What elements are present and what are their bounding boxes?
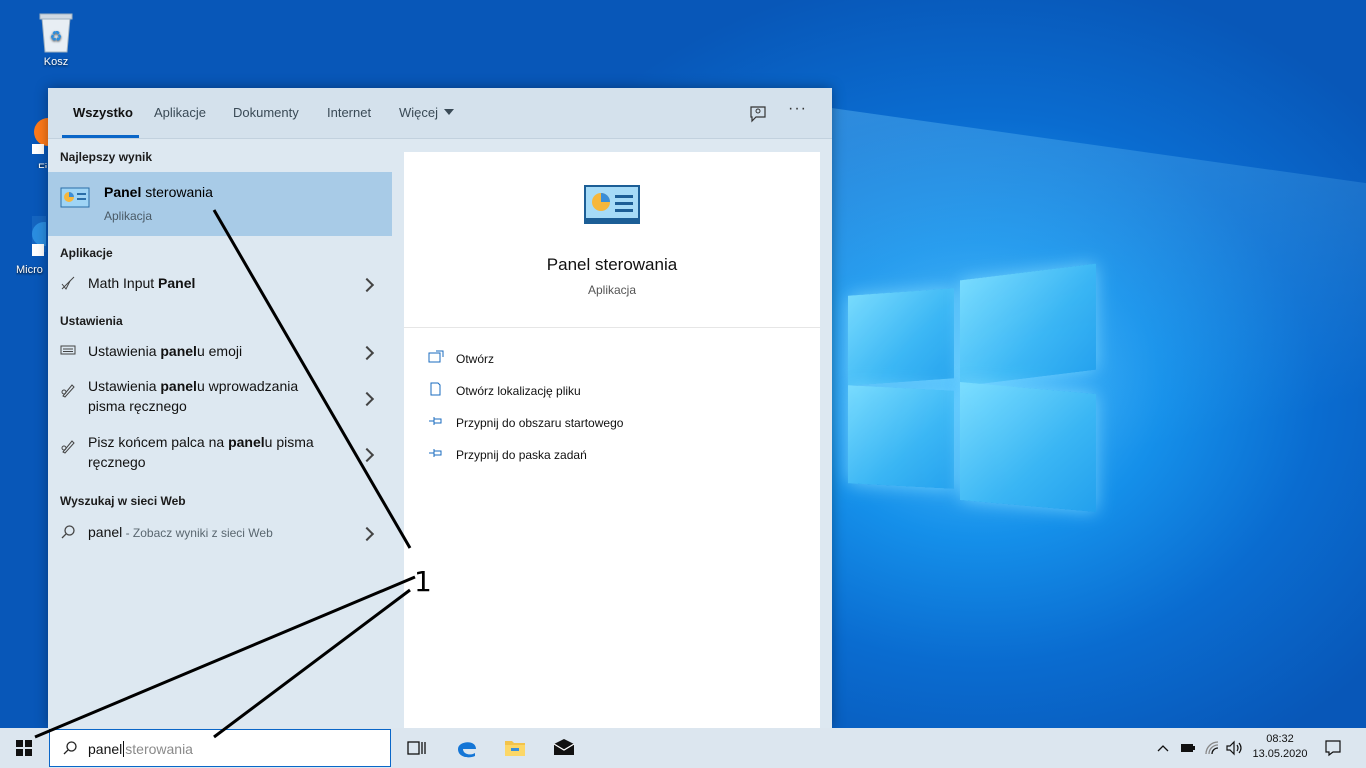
apps-heading: Aplikacje bbox=[60, 246, 113, 260]
chevron-right-icon bbox=[359, 391, 375, 407]
web-search-heading: Wyszukaj w sieci Web bbox=[60, 494, 186, 508]
detail-subtitle: Aplikacja bbox=[587, 283, 637, 297]
taskbar-search-box[interactable]: panel sterowania bbox=[49, 729, 391, 767]
pen-settings-icon bbox=[60, 438, 76, 454]
recycle-bin-icon: ♻ bbox=[36, 10, 76, 54]
svg-text:♻: ♻ bbox=[50, 29, 63, 45]
detail-divider bbox=[404, 327, 820, 328]
clock-date: 13.05.2020 bbox=[1252, 748, 1308, 760]
keyboard-icon bbox=[60, 344, 76, 360]
chevron-right-icon bbox=[359, 526, 375, 542]
best-match-heading: Najlepszy wynik bbox=[60, 150, 153, 164]
pin-to-taskbar-label: Przypnij do paska zadań bbox=[456, 448, 587, 462]
active-tab-indicator bbox=[62, 135, 139, 138]
more-options-icon[interactable]: ··· bbox=[788, 100, 807, 118]
best-match-title: Panel sterowania bbox=[104, 184, 213, 200]
annotation-number: 1 bbox=[414, 565, 432, 598]
feedback-icon[interactable] bbox=[748, 104, 768, 124]
chevron-right-icon bbox=[359, 277, 375, 293]
action-center-icon[interactable] bbox=[1324, 739, 1342, 757]
list-item-label: panel - Zobacz wyniki z sieci Web bbox=[88, 524, 273, 540]
tab-internet[interactable]: Internet bbox=[327, 105, 371, 120]
battery-icon[interactable] bbox=[1180, 740, 1196, 756]
best-match-item[interactable]: Panel sterowania Aplikacja bbox=[48, 172, 392, 236]
start-button[interactable] bbox=[0, 728, 48, 768]
windows-logo-wallpaper bbox=[848, 258, 1098, 512]
recycle-bin-label: Kosz bbox=[43, 56, 69, 68]
file-explorer-icon[interactable] bbox=[503, 736, 527, 760]
open-file-location-label: Otwórz lokalizację pliku bbox=[456, 384, 581, 398]
chevron-right-icon bbox=[359, 447, 375, 463]
tab-apps[interactable]: Aplikacje bbox=[154, 105, 206, 120]
file-location-icon bbox=[428, 382, 444, 396]
start-search-panel: Wszystko Aplikacje Dokumenty Internet Wi… bbox=[48, 88, 832, 728]
network-icon[interactable] bbox=[1204, 740, 1220, 756]
show-hidden-icons-icon[interactable] bbox=[1156, 740, 1170, 756]
edge-shortcut[interactable]: Micro bbox=[16, 214, 46, 280]
volume-icon[interactable] bbox=[1226, 740, 1244, 756]
recycle-bin-shortcut[interactable]: ♻ Kosz bbox=[21, 6, 91, 68]
firefox-label: Fi bbox=[38, 162, 48, 168]
task-view-icon[interactable] bbox=[404, 736, 428, 760]
settings-heading: Ustawienia bbox=[60, 314, 123, 328]
edge-browser-icon[interactable] bbox=[455, 736, 479, 760]
math-input-icon bbox=[60, 275, 76, 291]
mail-icon[interactable] bbox=[552, 736, 576, 760]
list-item-emoji-panel-settings[interactable]: Ustawienia panelu emoji bbox=[48, 334, 392, 368]
chevron-right-icon bbox=[359, 345, 375, 361]
tab-all[interactable]: Wszystko bbox=[73, 105, 133, 120]
pen-settings-icon bbox=[60, 382, 76, 398]
pin-icon bbox=[428, 414, 444, 428]
control-panel-large-icon bbox=[584, 185, 640, 225]
system-clock[interactable]: 08:32 13.05.2020 bbox=[1252, 732, 1308, 762]
list-item-math-input-panel[interactable]: Math Input Panel bbox=[48, 266, 392, 300]
firefox-shortcut[interactable]: Fi bbox=[30, 118, 50, 168]
edge-label: Micro bbox=[16, 264, 43, 276]
tab-documents[interactable]: Dokumenty bbox=[233, 105, 299, 120]
pin-to-start-label: Przypnij do obszaru startowego bbox=[456, 416, 624, 430]
pin-icon bbox=[428, 446, 444, 460]
search-icon bbox=[62, 740, 78, 756]
firefox-icon bbox=[32, 118, 50, 156]
windows-start-icon bbox=[16, 740, 32, 756]
tab-more-label: Więcej bbox=[399, 105, 439, 120]
chevron-down-icon bbox=[444, 109, 455, 115]
result-detail-pane: Panel sterowania Aplikacja Otwórz Otwórz… bbox=[404, 152, 820, 728]
list-item-label: Pisz końcem palca na panelu pisma ręczneg… bbox=[88, 434, 314, 470]
list-item-label: Math Input Panel bbox=[88, 275, 196, 291]
list-item-web-search[interactable]: panel - Zobacz wyniki z sieci Web bbox=[48, 514, 392, 550]
control-panel-icon bbox=[60, 186, 90, 210]
open-icon bbox=[428, 350, 444, 364]
list-item-handwriting-panel-settings[interactable]: Ustawienia panelu wprowadzania pisma ręcz… bbox=[48, 368, 392, 424]
edge-icon bbox=[32, 216, 46, 256]
list-item-label: Ustawienia panelu wprowadzania pisma ręcz… bbox=[88, 378, 299, 414]
search-icon bbox=[60, 524, 76, 540]
open-label: Otwórz bbox=[456, 352, 495, 366]
clock-time: 08:32 bbox=[1266, 733, 1294, 745]
list-item-label: Ustawienia panelu emoji bbox=[88, 343, 243, 359]
search-input[interactable]: panel sterowania bbox=[88, 741, 193, 757]
detail-title: Panel sterowania bbox=[546, 255, 678, 274]
best-match-subtitle: Aplikacja bbox=[104, 209, 153, 223]
list-item-finger-writing-panel[interactable]: Pisz końcem palca na panelu pisma ręczneg… bbox=[48, 424, 392, 480]
search-filter-tabs: Wszystko Aplikacje Dokumenty Internet Wi… bbox=[48, 88, 832, 139]
results-list: Najlepszy wynik Panel sterowania Aplikac… bbox=[48, 140, 392, 728]
taskbar: panel sterowania 08:32 13.05.2020 bbox=[0, 728, 1366, 768]
tab-more[interactable]: Więcej bbox=[399, 105, 455, 120]
